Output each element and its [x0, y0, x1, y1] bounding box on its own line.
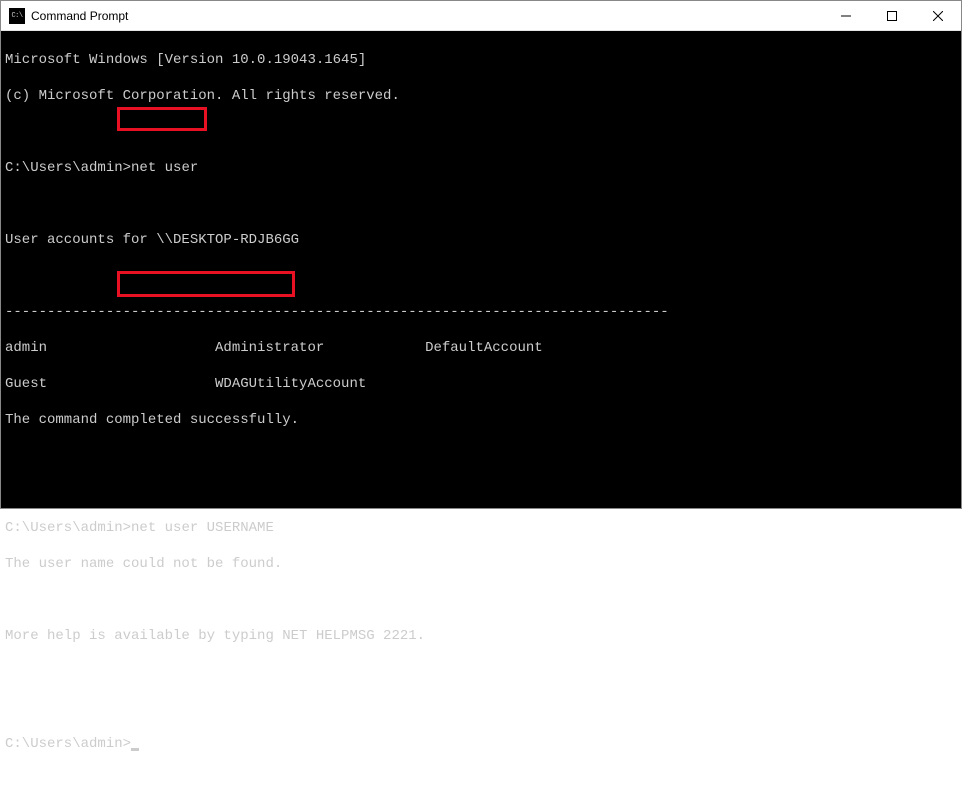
blank-line — [5, 591, 957, 609]
blank-line — [5, 267, 957, 285]
prompt-path: C:\Users\admin> — [5, 160, 131, 176]
prompt-line-3: C:\Users\admin> — [5, 735, 957, 753]
prompt-path: C:\Users\admin> — [5, 520, 131, 536]
prompt-line-1: C:\Users\admin>net user — [5, 159, 957, 177]
user-row: admin Administrator DefaultAccount — [5, 339, 957, 357]
prompt-line-2: C:\Users\admin>net user USERNAME — [5, 519, 957, 537]
prompt-path: C:\Users\admin> — [5, 736, 131, 752]
blank-line — [5, 663, 957, 681]
user-row: Guest WDAGUtilityAccount — [5, 375, 957, 393]
blank-line — [5, 447, 957, 465]
copyright-line: (c) Microsoft Corporation. All rights re… — [5, 87, 957, 105]
command-text: net user — [131, 160, 198, 176]
window-title: Command Prompt — [31, 9, 823, 23]
window-titlebar: C:\ Command Prompt — [1, 1, 961, 31]
blank-line — [5, 483, 957, 501]
blank-line — [5, 195, 957, 213]
error-line: The user name could not be found. — [5, 555, 957, 573]
cmd-icon: C:\ — [9, 8, 25, 24]
completed-line: The command completed successfully. — [5, 411, 957, 429]
window-controls — [823, 1, 961, 30]
cursor — [131, 748, 139, 751]
separator-line: ----------------------------------------… — [5, 303, 957, 321]
help-line: More help is available by typing NET HEL… — [5, 627, 957, 645]
blank-line — [5, 699, 957, 717]
close-button[interactable] — [915, 1, 961, 30]
blank-line — [5, 123, 957, 141]
maximize-button[interactable] — [869, 1, 915, 30]
accounts-header: User accounts for \\DESKTOP-RDJB6GG — [5, 231, 957, 249]
version-line: Microsoft Windows [Version 10.0.19043.16… — [5, 51, 957, 69]
command-text: net user USERNAME — [131, 520, 274, 536]
minimize-button[interactable] — [823, 1, 869, 30]
terminal-content[interactable]: Microsoft Windows [Version 10.0.19043.16… — [1, 31, 961, 508]
